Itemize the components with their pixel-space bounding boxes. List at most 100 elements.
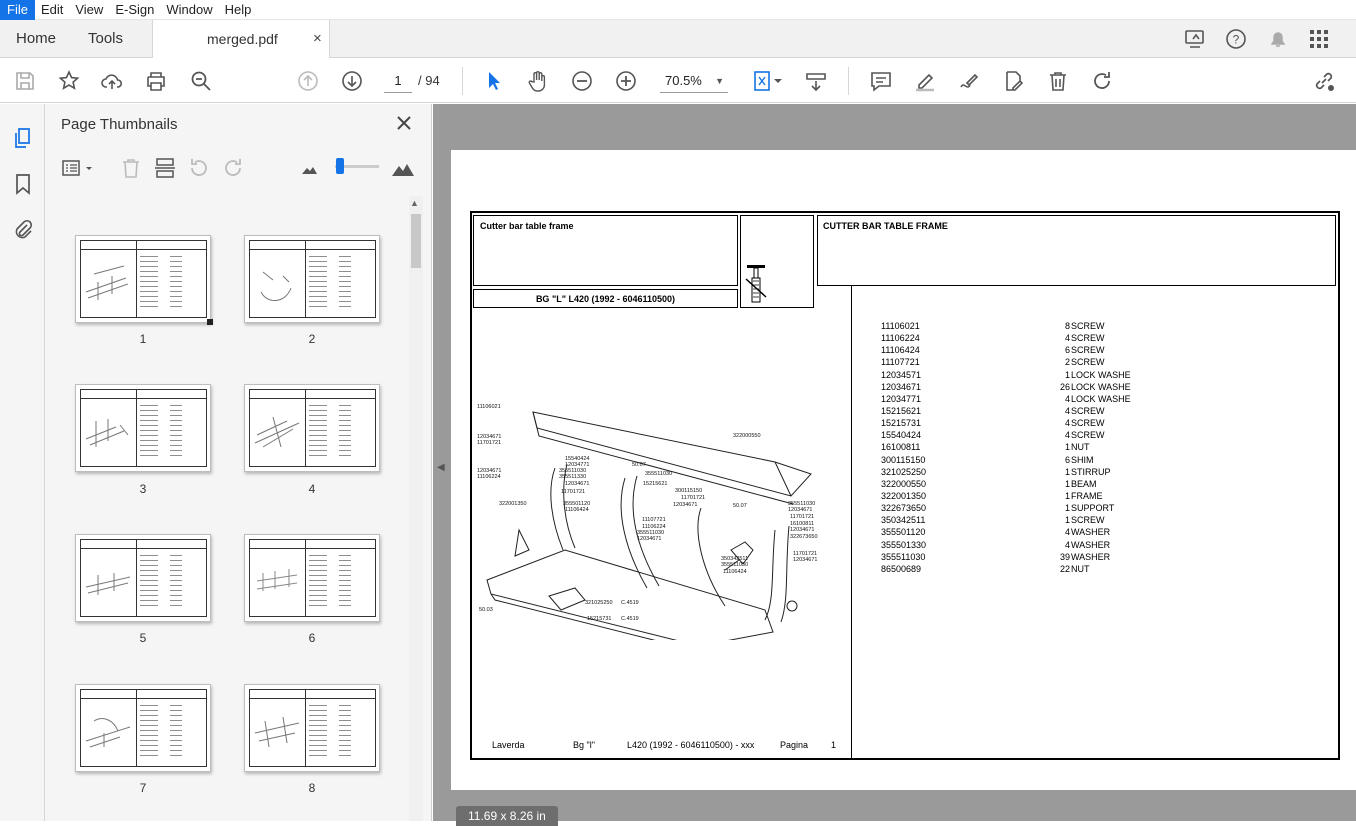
- menu-esign[interactable]: E-Sign: [109, 0, 160, 20]
- fit-page-icon[interactable]: [752, 69, 784, 93]
- link-share-icon[interactable]: [1312, 69, 1336, 93]
- part-description: BEAM: [1071, 478, 1097, 489]
- svg-text:11701721: 11701721: [561, 489, 585, 495]
- part-quantity: 26: [1059, 381, 1070, 392]
- panel-scrollbar-thumb[interactable]: [411, 214, 421, 268]
- bookmarks-icon[interactable]: [11, 172, 35, 196]
- svg-text:15215621: 15215621: [643, 481, 667, 487]
- rotate-clockwise-icon[interactable]: [221, 156, 245, 180]
- menu-view[interactable]: View: [69, 0, 109, 20]
- part-description: STIRRUP: [1071, 466, 1111, 477]
- svg-text:355511030: 355511030: [721, 562, 748, 568]
- tab-document[interactable]: merged.pdf ×: [152, 20, 330, 58]
- footer-page-number: 1: [831, 740, 837, 750]
- svg-text:12034671: 12034671: [673, 502, 697, 508]
- svg-text:321025250: 321025250: [585, 600, 613, 606]
- svg-text:11106424: 11106424: [723, 569, 747, 575]
- footer-group: Bg "l": [573, 740, 595, 750]
- save-icon[interactable]: [13, 69, 37, 93]
- svg-text:11701721: 11701721: [681, 495, 705, 501]
- part-quantity: 1: [1064, 490, 1070, 501]
- page-thumbnail[interactable]: [244, 384, 380, 472]
- tab-home[interactable]: Home: [16, 20, 56, 58]
- close-panel-icon[interactable]: [395, 114, 413, 132]
- find-zoom-icon[interactable]: [189, 69, 213, 93]
- zoom-out-icon[interactable]: [570, 69, 594, 93]
- menu-help[interactable]: Help: [219, 0, 258, 20]
- main-toolbar: 1 / 94 70.5% ▼: [0, 59, 1356, 103]
- scroll-mode-icon[interactable]: [804, 69, 828, 93]
- apps-grid-icon[interactable]: [1308, 28, 1330, 50]
- notifications-bell-icon[interactable]: [1267, 28, 1289, 50]
- menu-edit[interactable]: Edit: [35, 0, 69, 20]
- page-thumbnail[interactable]: [75, 534, 211, 622]
- svg-text:11106224: 11106224: [477, 474, 501, 480]
- svg-text:C.4519: C.4519: [621, 600, 639, 606]
- bookmark-star-icon[interactable]: [57, 69, 81, 93]
- attachments-paperclip-icon[interactable]: [11, 218, 35, 242]
- toolbar-divider: [462, 67, 463, 95]
- rotate-counterclockwise-icon[interactable]: [187, 156, 211, 180]
- panel-scrollbar[interactable]: [409, 196, 423, 821]
- page-thumbnail[interactable]: [75, 384, 211, 472]
- comment-icon[interactable]: [869, 69, 893, 93]
- collapse-panel-arrow-icon[interactable]: ◀: [437, 462, 445, 473]
- previous-page-icon[interactable]: [296, 69, 320, 93]
- highlight-pen-icon[interactable]: [913, 69, 937, 93]
- edit-pdf-icon[interactable]: [1001, 69, 1025, 93]
- extract-page-icon[interactable]: [153, 156, 177, 180]
- delete-page-icon[interactable]: [119, 156, 143, 180]
- part-quantity: 4: [1064, 405, 1070, 416]
- smaller-thumbnails-icon[interactable]: [297, 156, 321, 180]
- svg-text:322673650: 322673650: [790, 534, 818, 540]
- tab-tools[interactable]: Tools: [88, 20, 123, 58]
- panel-title: Page Thumbnails: [61, 116, 178, 133]
- part-description: NUT: [1071, 563, 1090, 574]
- part-description: SCREW: [1071, 345, 1105, 356]
- upload-cloud-icon[interactable]: [100, 69, 124, 93]
- thumbnail-size-slider-handle[interactable]: [336, 158, 344, 174]
- zoom-level-select[interactable]: 70.5% ▼: [660, 69, 728, 93]
- page-thumbnails-icon[interactable]: [11, 126, 35, 150]
- draw-freehand-icon[interactable]: [957, 69, 981, 93]
- svg-text:322000550: 322000550: [733, 433, 761, 439]
- part-description: SCREW: [1071, 321, 1105, 331]
- thumbnail-page-number: 5: [139, 631, 147, 645]
- page-thumbnail[interactable]: [75, 235, 213, 325]
- part-quantity: 4: [1064, 333, 1070, 344]
- column-divider: [851, 286, 852, 760]
- part-quantity: 4: [1064, 527, 1070, 538]
- hand-pan-icon[interactable]: [526, 69, 550, 93]
- page-thumbnail[interactable]: [244, 534, 380, 622]
- page-thumbnail[interactable]: [75, 684, 211, 772]
- part-quantity: 4: [1064, 539, 1070, 550]
- page-thumbnail[interactable]: [244, 684, 380, 772]
- part-description: WASHER: [1071, 527, 1111, 538]
- share-screen-icon[interactable]: [1184, 28, 1206, 50]
- svg-text:12034671: 12034671: [565, 481, 589, 487]
- zoom-in-icon[interactable]: [614, 69, 638, 93]
- part-description: WASHER: [1071, 539, 1111, 550]
- page-thumbnail[interactable]: [244, 235, 380, 323]
- menu-file[interactable]: File: [0, 0, 35, 20]
- part-description: SCREW: [1071, 357, 1105, 368]
- print-icon[interactable]: [144, 69, 168, 93]
- select-cursor-icon[interactable]: [482, 69, 506, 93]
- tab-bar: Home Tools merged.pdf × ?: [0, 20, 1356, 58]
- larger-thumbnails-icon[interactable]: [391, 156, 415, 180]
- delete-trash-icon[interactable]: [1046, 69, 1070, 93]
- thumbnail-page-number: 7: [139, 781, 147, 795]
- menu-window[interactable]: Window: [160, 0, 218, 20]
- thumbnail-options-icon[interactable]: [61, 156, 97, 180]
- part-description: SUPPORT: [1071, 503, 1115, 514]
- next-page-icon[interactable]: [340, 69, 364, 93]
- help-icon[interactable]: ?: [1225, 28, 1247, 50]
- tab-document-name: merged.pdf: [207, 31, 278, 47]
- scroll-up-arrow-icon[interactable]: ▲: [410, 198, 419, 208]
- close-tab-icon[interactable]: ×: [313, 20, 322, 58]
- part-quantity: 1: [1064, 466, 1070, 477]
- page-number-input[interactable]: 1: [384, 69, 412, 93]
- rotate-redo-icon[interactable]: [1090, 69, 1114, 93]
- thumbnail-drawing: [260, 271, 292, 301]
- svg-text:C.4519: C.4519: [621, 616, 639, 622]
